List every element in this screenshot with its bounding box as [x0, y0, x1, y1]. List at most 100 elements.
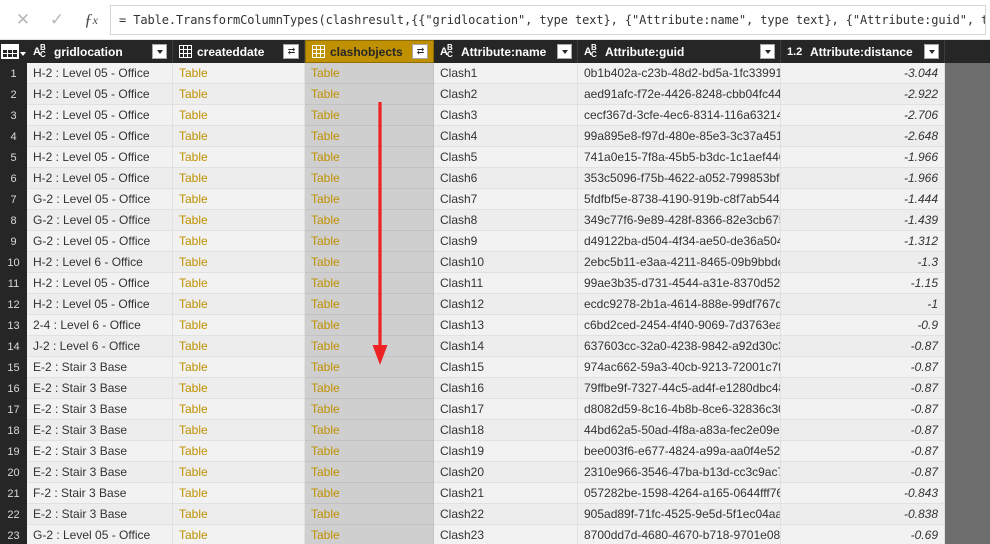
cell-createddate[interactable]: Table — [173, 105, 305, 126]
row-number[interactable]: 7 — [0, 189, 27, 210]
cell-createddate[interactable]: Table — [173, 147, 305, 168]
cell-createddate[interactable]: Table — [173, 168, 305, 189]
table-row[interactable]: 16 E-2 : Stair 3 Base Table Table Clash16 79f… — [0, 378, 990, 399]
cell-clashobjects[interactable]: Table — [305, 252, 434, 273]
row-number[interactable]: 19 — [0, 441, 27, 462]
row-number[interactable]: 22 — [0, 504, 27, 525]
cell-attribute-guid[interactable]: ecdc9278-2b1a-4614-888e-99df767d6f4c — [578, 294, 781, 315]
column-filter-dropdown-attribute-name[interactable] — [557, 44, 572, 59]
cell-gridlocation[interactable]: 2-4 : Level 6 - Office — [27, 315, 173, 336]
cell-attribute-guid[interactable]: 353c5096-f75b-4622-a052-799853bfbeab — [578, 168, 781, 189]
row-number[interactable]: 9 — [0, 231, 27, 252]
cell-gridlocation[interactable]: H-2 : Level 05 - Office — [27, 63, 173, 84]
cell-gridlocation[interactable]: E-2 : Stair 3 Base — [27, 420, 173, 441]
row-number[interactable]: 3 — [0, 105, 27, 126]
column-header-attribute-guid[interactable]: A B C Attribute:guid — [578, 40, 781, 63]
cell-attribute-name[interactable]: Clash14 — [434, 336, 578, 357]
table-row[interactable]: 15 E-2 : Stair 3 Base Table Table Clash15 974… — [0, 357, 990, 378]
table-row[interactable]: 13 2-4 : Level 6 - Office Table Table Clash1… — [0, 315, 990, 336]
cell-clashobjects[interactable]: Table — [305, 273, 434, 294]
cell-createddate[interactable]: Table — [173, 357, 305, 378]
table-row[interactable]: 23 G-2 : Level 05 - Office Table Table Clash… — [0, 525, 990, 544]
cell-clashobjects[interactable]: Table — [305, 525, 434, 544]
column-filter-dropdown-attribute-distance[interactable] — [924, 44, 939, 59]
cell-createddate[interactable]: Table — [173, 336, 305, 357]
cell-attribute-distance[interactable]: -0.87 — [781, 399, 945, 420]
row-number[interactable]: 11 — [0, 273, 27, 294]
table-row[interactable]: 2 H-2 : Level 05 - Office Table Table Clash2… — [0, 84, 990, 105]
table-row[interactable]: 11 H-2 : Level 05 - Office Table Table Clash… — [0, 273, 990, 294]
row-number[interactable]: 1 — [0, 63, 27, 84]
table-row[interactable]: 12 H-2 : Level 05 - Office Table Table Clash… — [0, 294, 990, 315]
cell-attribute-name[interactable]: Clash2 — [434, 84, 578, 105]
table-row[interactable]: 4 H-2 : Level 05 - Office Table Table Clash4… — [0, 126, 990, 147]
cell-clashobjects[interactable]: Table — [305, 63, 434, 84]
cell-attribute-guid[interactable]: 99a895e8-f97d-480e-85e3-3c37a45169d6 — [578, 126, 781, 147]
cell-clashobjects[interactable]: Table — [305, 168, 434, 189]
cell-attribute-guid[interactable]: 5fdfbf5e-8738-4190-919b-c8f7ab5446a0 — [578, 189, 781, 210]
cell-gridlocation[interactable]: H-2 : Level 6 - Office — [27, 252, 173, 273]
check-icon[interactable]: ✓ — [40, 5, 74, 35]
cell-gridlocation[interactable]: H-2 : Level 05 - Office — [27, 84, 173, 105]
cell-createddate[interactable]: Table — [173, 420, 305, 441]
row-number[interactable]: 23 — [0, 525, 27, 544]
cell-attribute-name[interactable]: Clash19 — [434, 441, 578, 462]
cell-attribute-distance[interactable]: -1.15 — [781, 273, 945, 294]
expand-columns-icon-clashobjects[interactable]: ⇄ — [412, 44, 428, 59]
cell-createddate[interactable]: Table — [173, 273, 305, 294]
cell-clashobjects[interactable]: Table — [305, 336, 434, 357]
cell-createddate[interactable]: Table — [173, 315, 305, 336]
cell-attribute-distance[interactable]: -0.843 — [781, 483, 945, 504]
cell-attribute-distance[interactable]: -0.69 — [781, 525, 945, 544]
row-number[interactable]: 10 — [0, 252, 27, 273]
row-number[interactable]: 18 — [0, 420, 27, 441]
cell-clashobjects[interactable]: Table — [305, 462, 434, 483]
table-row[interactable]: 14 J-2 : Level 6 - Office Table Table Clash1… — [0, 336, 990, 357]
row-number[interactable]: 17 — [0, 399, 27, 420]
cell-attribute-distance[interactable]: -1.439 — [781, 210, 945, 231]
cell-gridlocation[interactable]: F-2 : Stair 3 Base — [27, 483, 173, 504]
cell-attribute-guid[interactable]: d8082d59-8c16-4b8b-8ce6-32836c30e063 — [578, 399, 781, 420]
cell-clashobjects[interactable]: Table — [305, 504, 434, 525]
cell-attribute-guid[interactable]: 2ebc5b11-e3aa-4211-8465-09b9bbdc1ecc — [578, 252, 781, 273]
column-header-gridlocation[interactable]: A B C gridlocation — [27, 40, 173, 63]
cell-clashobjects[interactable]: Table — [305, 105, 434, 126]
row-number[interactable]: 14 — [0, 336, 27, 357]
table-row[interactable]: 18 E-2 : Stair 3 Base Table Table Clash18 44b… — [0, 420, 990, 441]
cell-attribute-distance[interactable]: -0.87 — [781, 441, 945, 462]
row-number[interactable]: 20 — [0, 462, 27, 483]
cell-attribute-name[interactable]: Clash22 — [434, 504, 578, 525]
cell-clashobjects[interactable]: Table — [305, 231, 434, 252]
cell-createddate[interactable]: Table — [173, 483, 305, 504]
row-number[interactable]: 12 — [0, 294, 27, 315]
cell-attribute-name[interactable]: Clash4 — [434, 126, 578, 147]
cell-attribute-distance[interactable]: -2.706 — [781, 105, 945, 126]
cell-createddate[interactable]: Table — [173, 294, 305, 315]
table-row[interactable]: 21 F-2 : Stair 3 Base Table Table Clash21 057… — [0, 483, 990, 504]
cell-attribute-distance[interactable]: -0.87 — [781, 462, 945, 483]
close-icon[interactable]: ✕ — [6, 5, 40, 35]
column-filter-dropdown-attribute-guid[interactable] — [760, 44, 775, 59]
cell-attribute-name[interactable]: Clash17 — [434, 399, 578, 420]
row-number[interactable]: 16 — [0, 378, 27, 399]
table-row[interactable]: 20 E-2 : Stair 3 Base Table Table Clash20 231… — [0, 462, 990, 483]
cell-attribute-name[interactable]: Clash10 — [434, 252, 578, 273]
cell-attribute-guid[interactable]: 99ae3b35-d731-4544-a31e-8370d523ad… — [578, 273, 781, 294]
cell-attribute-name[interactable]: Clash11 — [434, 273, 578, 294]
table-row[interactable]: 3 H-2 : Level 05 - Office Table Table Clash3… — [0, 105, 990, 126]
cell-clashobjects[interactable]: Table — [305, 126, 434, 147]
cell-attribute-name[interactable]: Clash7 — [434, 189, 578, 210]
cell-gridlocation[interactable]: E-2 : Stair 3 Base — [27, 504, 173, 525]
table-row[interactable]: 8 G-2 : Level 05 - Office Table Table Clash8… — [0, 210, 990, 231]
table-row[interactable]: 17 E-2 : Stair 3 Base Table Table Clash17 d80… — [0, 399, 990, 420]
cell-attribute-name[interactable]: Clash1 — [434, 63, 578, 84]
cell-createddate[interactable]: Table — [173, 378, 305, 399]
cell-attribute-guid[interactable]: aed91afc-f72e-4426-8248-cbb04fc4493d — [578, 84, 781, 105]
cell-clashobjects[interactable]: Table — [305, 294, 434, 315]
cell-gridlocation[interactable]: H-2 : Level 05 - Office — [27, 294, 173, 315]
table-row[interactable]: 7 G-2 : Level 05 - Office Table Table Clash7… — [0, 189, 990, 210]
cell-attribute-distance[interactable]: -1 — [781, 294, 945, 315]
cell-gridlocation[interactable]: G-2 : Level 05 - Office — [27, 189, 173, 210]
cell-attribute-name[interactable]: Clash5 — [434, 147, 578, 168]
cell-clashobjects[interactable]: Table — [305, 483, 434, 504]
